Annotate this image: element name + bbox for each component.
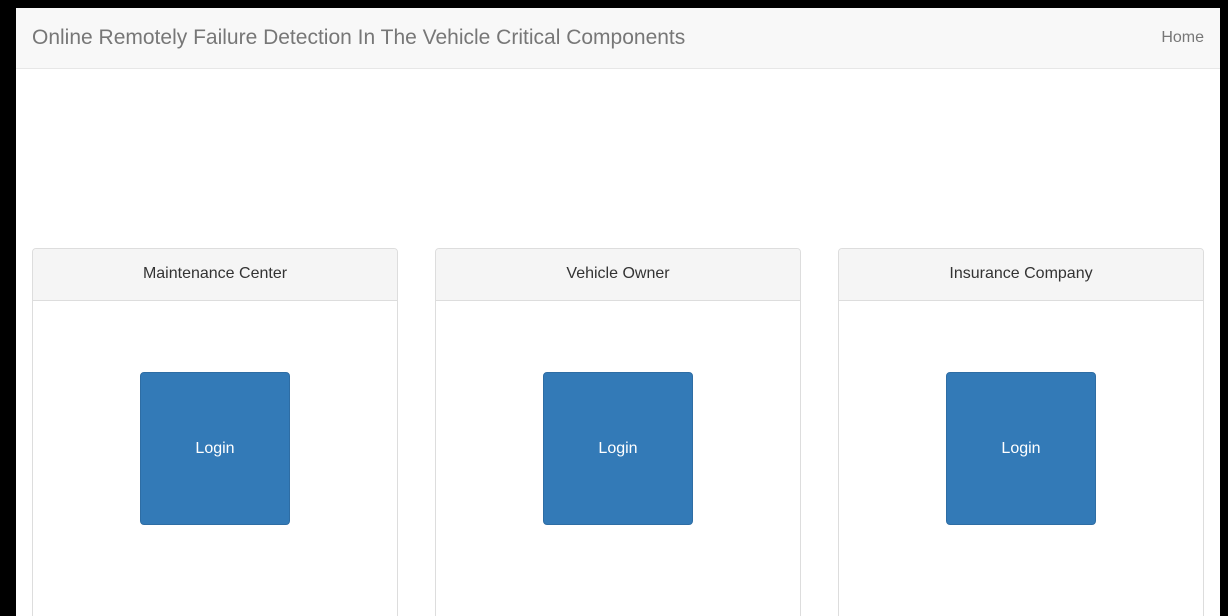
panel-maintenance-center: Maintenance Center Login [32,248,398,616]
vehicle-owner-login-button[interactable]: Login [543,372,693,525]
panel-vehicle-owner: Vehicle Owner Login [435,248,801,616]
panel-heading: Vehicle Owner [436,249,800,301]
nav-link-home[interactable]: Home [1161,27,1204,49]
panel-heading: Insurance Company [839,249,1203,301]
insurance-company-login-button[interactable]: Login [946,372,1096,525]
panel-heading: Maintenance Center [33,249,397,301]
panel-insurance-company: Insurance Company Login [838,248,1204,616]
navbar: Online Remotely Failure Detection In The… [16,8,1220,69]
maintenance-center-login-button[interactable]: Login [140,372,290,525]
navbar-brand[interactable]: Online Remotely Failure Detection In The… [32,23,685,53]
browser-viewport: Online Remotely Failure Detection In The… [16,8,1220,616]
